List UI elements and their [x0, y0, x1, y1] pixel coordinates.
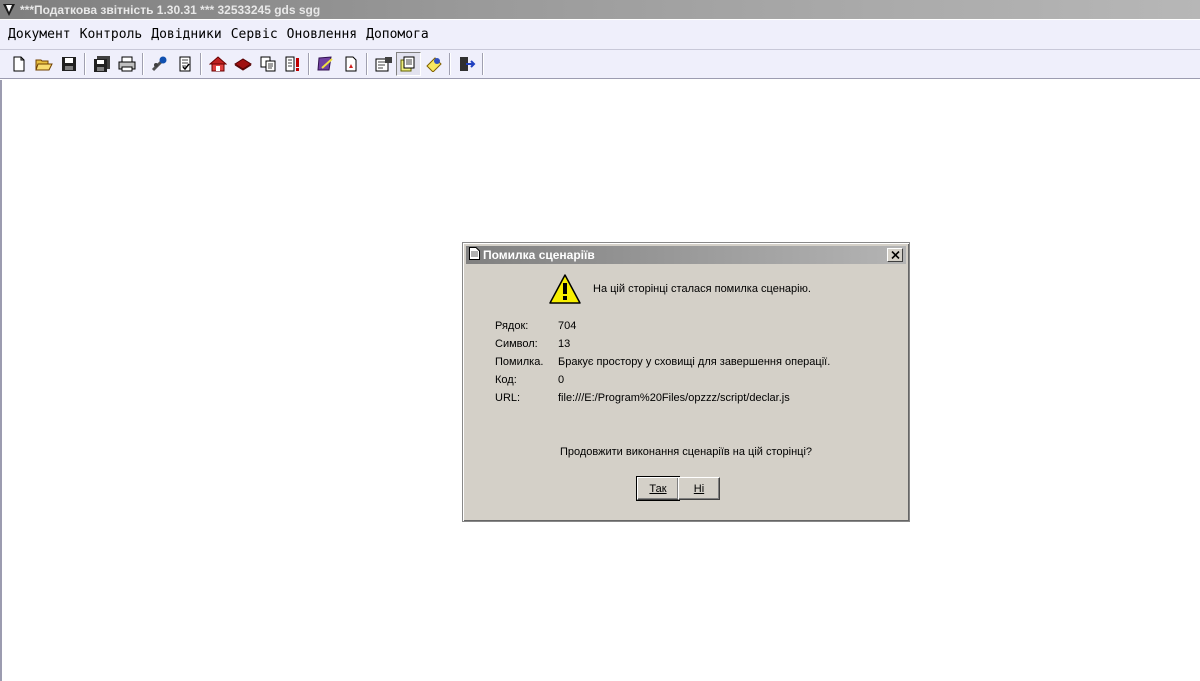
- error-label: Помилка.: [495, 356, 544, 368]
- book-icon[interactable]: [230, 52, 255, 76]
- char-value: 13: [558, 338, 571, 350]
- char-label: Символ:: [495, 338, 538, 350]
- close-icon: [890, 251, 900, 259]
- toolbar-separator: [308, 53, 310, 75]
- continue-question: Продовжити виконання сценаріїв на цій ст…: [559, 446, 813, 458]
- script-error-dialog: Помилка сценаріїв На цій сторінці сталас…: [462, 242, 910, 522]
- save-icon[interactable]: [56, 52, 81, 76]
- toolbar-separator: [142, 53, 144, 75]
- warning-icon: [548, 273, 582, 310]
- line-value: 704: [558, 320, 577, 332]
- update-icon[interactable]: [421, 52, 446, 76]
- code-value: 0: [558, 374, 565, 386]
- properties-icon[interactable]: [371, 52, 396, 76]
- toolbar-separator: [200, 53, 202, 75]
- error-value: Бракує простору у сховищі для завершення…: [558, 356, 831, 368]
- error-message: На цій сторінці сталася помилка сценарію…: [593, 283, 811, 295]
- menu-updates[interactable]: Оновлення: [283, 24, 362, 46]
- tools-icon[interactable]: [147, 52, 172, 76]
- code-label: Код:: [495, 374, 517, 386]
- menu-bar: Документ Контроль Довідники Сервіс Оновл…: [0, 20, 1200, 50]
- open-folder-icon[interactable]: [31, 52, 56, 76]
- menu-service[interactable]: Сервіс: [227, 24, 283, 46]
- toolbar-separator: [482, 53, 484, 75]
- edit-document-icon[interactable]: [313, 52, 338, 76]
- line-label: Рядок:: [495, 320, 529, 332]
- window-title: ***Податкова звітність 1.30.31 *** 32533…: [20, 2, 321, 17]
- copy-icon[interactable]: [255, 52, 280, 76]
- home-icon[interactable]: [205, 52, 230, 76]
- window-title-bar: ***Податкова звітність 1.30.31 *** 32533…: [0, 0, 1200, 19]
- no-button[interactable]: Ні: [678, 477, 720, 500]
- check-document-icon[interactable]: [172, 52, 197, 76]
- menu-help[interactable]: Допомога: [362, 24, 434, 46]
- dialog-title-bar[interactable]: Помилка сценаріїв: [466, 246, 906, 264]
- menu-document[interactable]: Документ: [4, 24, 76, 46]
- toolbar-separator: [84, 53, 86, 75]
- client-area-border: [0, 80, 2, 681]
- yes-button[interactable]: Так: [636, 476, 680, 501]
- url-value: file:///E:/Program%20Files/opzzz/script/…: [558, 392, 790, 404]
- dialog-title: Помилка сценаріїв: [483, 248, 595, 262]
- document-list-icon[interactable]: [396, 52, 421, 76]
- close-button[interactable]: [887, 248, 903, 262]
- app-icon[interactable]: [2, 3, 16, 17]
- no-button-label: Ні: [693, 482, 705, 495]
- exit-icon[interactable]: [454, 52, 479, 76]
- toolbar-separator: [449, 53, 451, 75]
- warning-document-icon[interactable]: [280, 52, 305, 76]
- save-all-icon[interactable]: [89, 52, 114, 76]
- toolbar-separator: [366, 53, 368, 75]
- yes-button-label: Так: [649, 482, 667, 495]
- new-document-icon[interactable]: [6, 52, 31, 76]
- toolbar: [0, 50, 1200, 79]
- menu-control[interactable]: Контроль: [76, 24, 148, 46]
- export-pdf-icon[interactable]: [338, 52, 363, 76]
- print-icon[interactable]: [114, 52, 139, 76]
- url-label: URL:: [495, 392, 521, 404]
- menu-references[interactable]: Довідники: [147, 24, 226, 46]
- document-icon: [469, 247, 480, 263]
